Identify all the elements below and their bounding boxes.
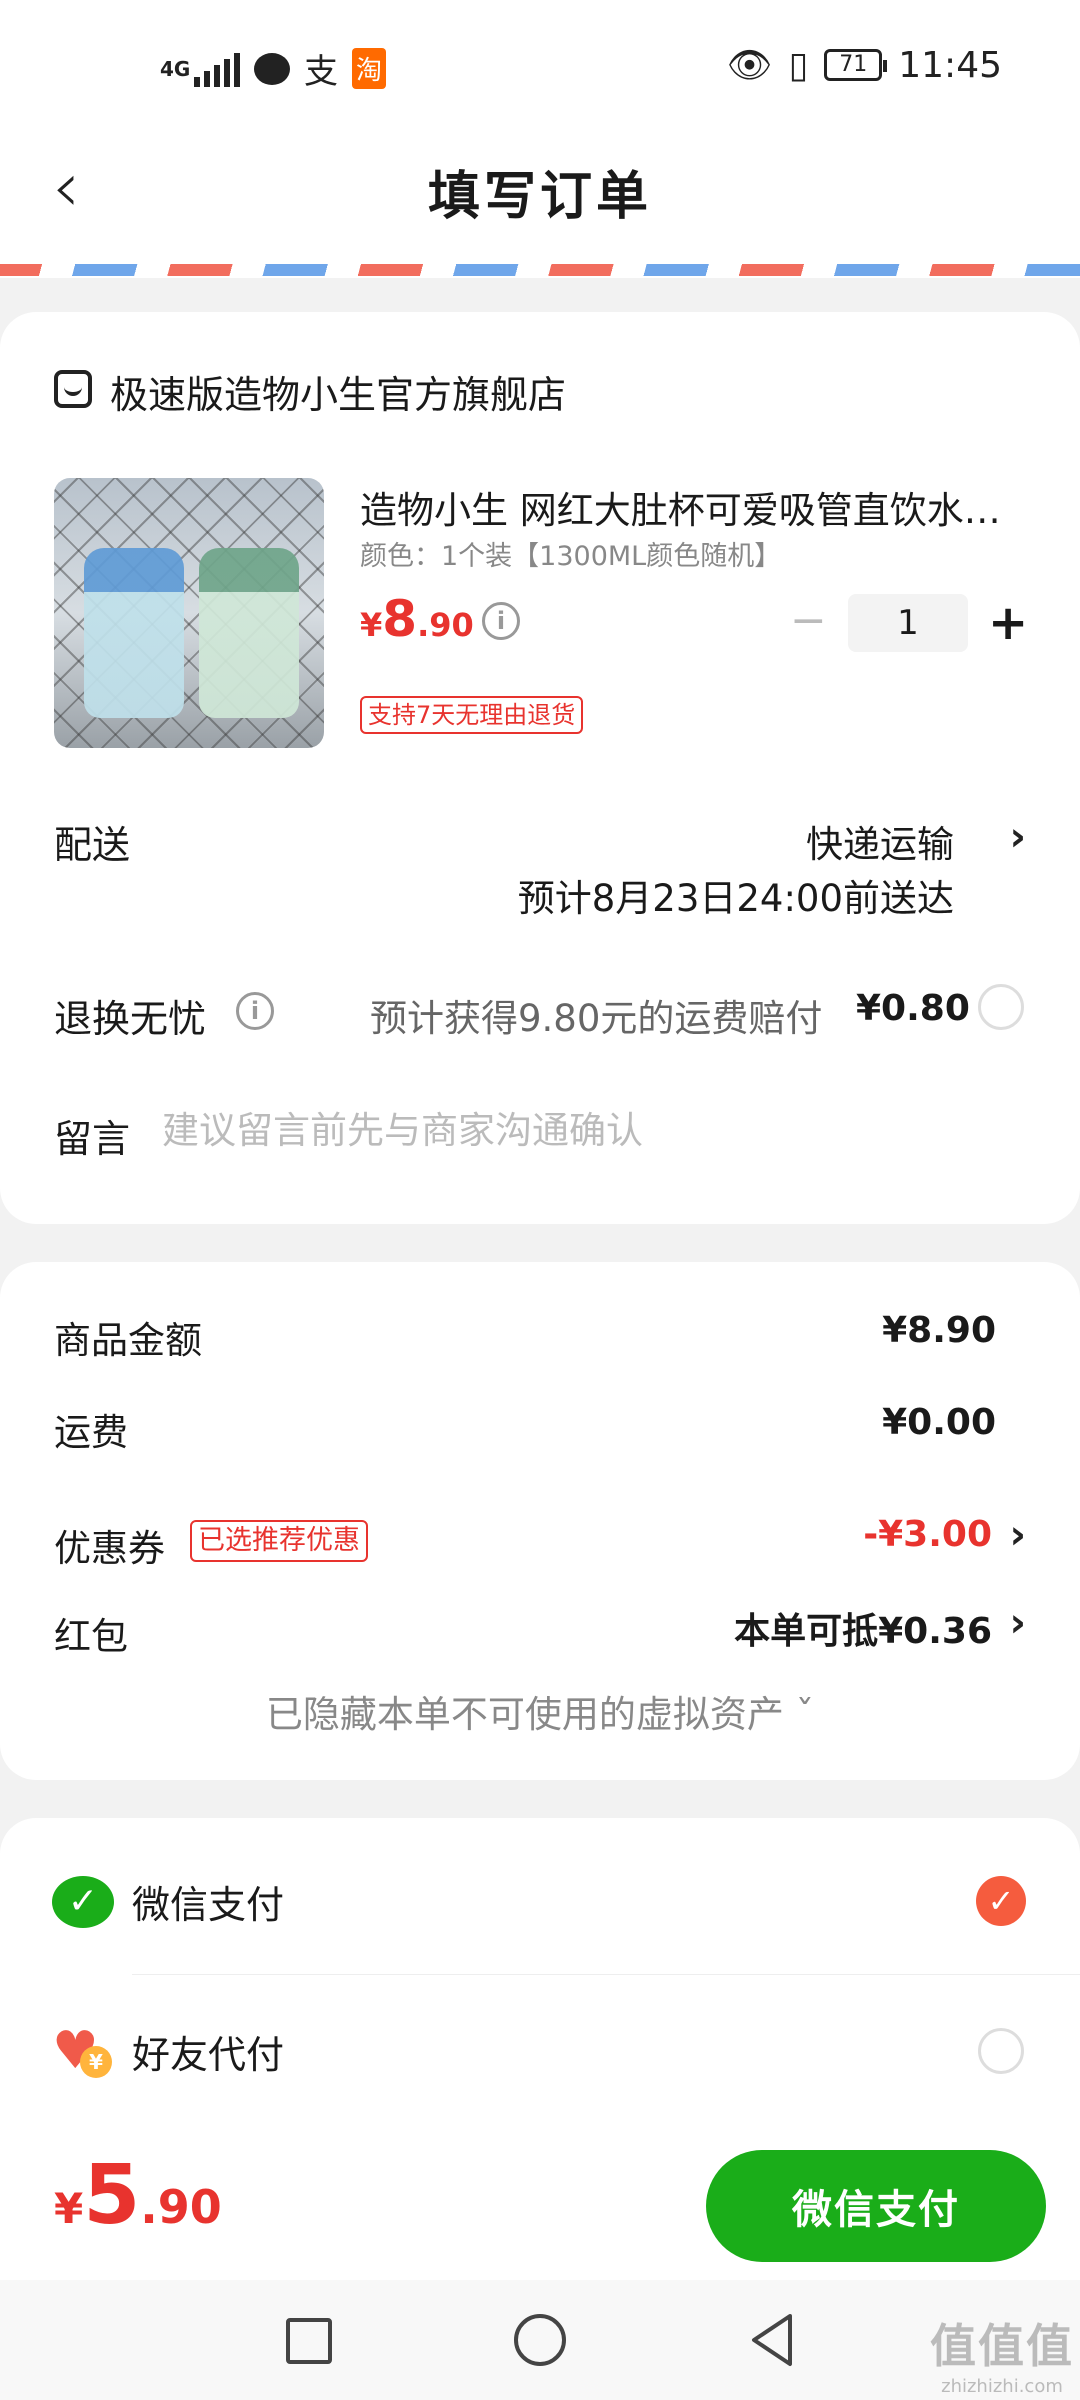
- checkout-bar: ¥5.90 微信支付: [0, 2130, 1080, 2280]
- top-nav-bar: ‹ 填写订单: [0, 130, 1080, 256]
- status-right: 👁 ▯ 71 11:45: [726, 44, 1002, 87]
- status-left: 4G 支 淘: [160, 44, 387, 93]
- info-icon[interactable]: i: [482, 602, 520, 640]
- chevron-right-icon[interactable]: ›: [1010, 1512, 1026, 1558]
- redpacket-value[interactable]: 本单可抵¥0.36: [734, 1602, 992, 1654]
- chevron-right-icon[interactable]: ›: [1010, 814, 1026, 860]
- total-decimal: .90: [140, 2180, 222, 2234]
- total-symbol: ¥: [54, 2184, 84, 2233]
- quantity-increase-button[interactable]: +: [988, 594, 1028, 652]
- signal-icon: [194, 51, 240, 87]
- price-summary-card: 商品金额 ¥8.90 运费 ¥0.00 优惠券 已选推荐优惠 -¥3.00 › …: [0, 1262, 1080, 1780]
- chat-bubble-icon: [254, 52, 290, 85]
- watermark: 值值值 zhizhizhi.com: [930, 2310, 1074, 2397]
- price-symbol: ¥: [360, 606, 383, 644]
- store-name[interactable]: 极速版造物小生官方旗舰店: [110, 364, 566, 419]
- total-integer: 5: [83, 2148, 141, 2243]
- coupon-label: 优惠券: [54, 1527, 165, 1570]
- divider: [132, 1974, 1080, 1975]
- price-decimal: .90: [417, 606, 474, 644]
- status-bar: 4G 支 淘 👁 ▯ 71 11:45: [0, 0, 1080, 130]
- message-label: 留言: [54, 1117, 131, 1161]
- product-price: ¥8.90: [360, 590, 474, 648]
- clock: 11:45: [898, 44, 1002, 86]
- page-title: 填写订单: [427, 167, 652, 227]
- exchange-fee: ¥0.80: [856, 988, 970, 1029]
- delivery-method[interactable]: 快递运输: [806, 814, 954, 868]
- exchange-radio[interactable]: [978, 984, 1024, 1030]
- taobao-icon: 淘: [352, 48, 387, 89]
- shipping-value: ¥0.00: [882, 1402, 996, 1443]
- exchange-label: 退换无忧: [54, 997, 207, 1041]
- delivery-eta: 预计8月23日24:00前送达: [517, 877, 954, 920]
- home-icon[interactable]: [514, 2314, 566, 2366]
- selected-check-icon[interactable]: ✓: [976, 1876, 1026, 1926]
- wechat-pay-button[interactable]: 微信支付: [706, 2150, 1046, 2262]
- price-integer: 8: [382, 590, 418, 648]
- friend-pay-radio[interactable]: [978, 2028, 1024, 2074]
- network-type: 4G: [160, 56, 191, 81]
- goods-amount-label: 商品金额: [54, 1319, 202, 1362]
- watermark-logo: 值值值: [930, 2319, 1074, 2373]
- quantity-decrease-button[interactable]: −: [790, 599, 827, 643]
- battery-icon: 71: [824, 49, 888, 81]
- product-image[interactable]: [54, 478, 324, 748]
- back-triangle-icon[interactable]: [742, 2310, 802, 2370]
- airmail-stripe: [0, 256, 1080, 278]
- friend-pay-heart-icon: ♥ ¥: [52, 2024, 114, 2078]
- shipping-label: 运费: [54, 1411, 128, 1454]
- coupon-value[interactable]: -¥3.00: [863, 1514, 992, 1555]
- recents-icon[interactable]: [286, 2318, 332, 2364]
- system-nav-bar: [0, 2280, 1080, 2400]
- payment-option-wechat[interactable]: 微信支付: [132, 1874, 284, 1929]
- vibrate-icon: ▯: [788, 44, 809, 86]
- total-price: ¥5.90: [54, 2148, 222, 2243]
- store-icon: [54, 370, 92, 408]
- quantity-value[interactable]: 1: [848, 594, 968, 652]
- return-policy-tag: 支持7天无理由退货: [360, 696, 584, 734]
- wechat-pay-icon: ✓: [52, 1876, 114, 1928]
- goods-amount-value: ¥8.90: [882, 1310, 996, 1351]
- payment-option-friend[interactable]: 好友代付: [132, 2024, 284, 2079]
- delivery-label: 配送: [54, 823, 131, 867]
- coupon-tag: 已选推荐优惠: [190, 1520, 368, 1562]
- product-spec[interactable]: 颜色：1个装【1300ML颜色随机】: [360, 534, 781, 573]
- redpacket-label: 红包: [54, 1615, 128, 1658]
- product-title[interactable]: 造物小生 网红大肚杯可爱吸管直饮水杯女生高颜值: [360, 480, 1010, 534]
- message-input[interactable]: [162, 1100, 1022, 1160]
- info-icon[interactable]: i: [236, 992, 274, 1030]
- hidden-assets-toggle[interactable]: 已隐藏本单不可使用的虚拟资产 ˇ: [0, 1684, 1080, 1738]
- chevron-right-icon[interactable]: ›: [1010, 1600, 1026, 1646]
- alipay-icon: 支: [304, 52, 338, 92]
- eye-icon: 👁: [726, 45, 773, 86]
- order-card: 极速版造物小生官方旗舰店 造物小生 网红大肚杯可爱吸管直饮水杯女生高颜值 颜色：…: [0, 312, 1080, 1224]
- exchange-description: 预计获得9.80元的运费赔付: [370, 997, 823, 1040]
- watermark-url: zhizhizhi.com: [941, 2376, 1063, 2397]
